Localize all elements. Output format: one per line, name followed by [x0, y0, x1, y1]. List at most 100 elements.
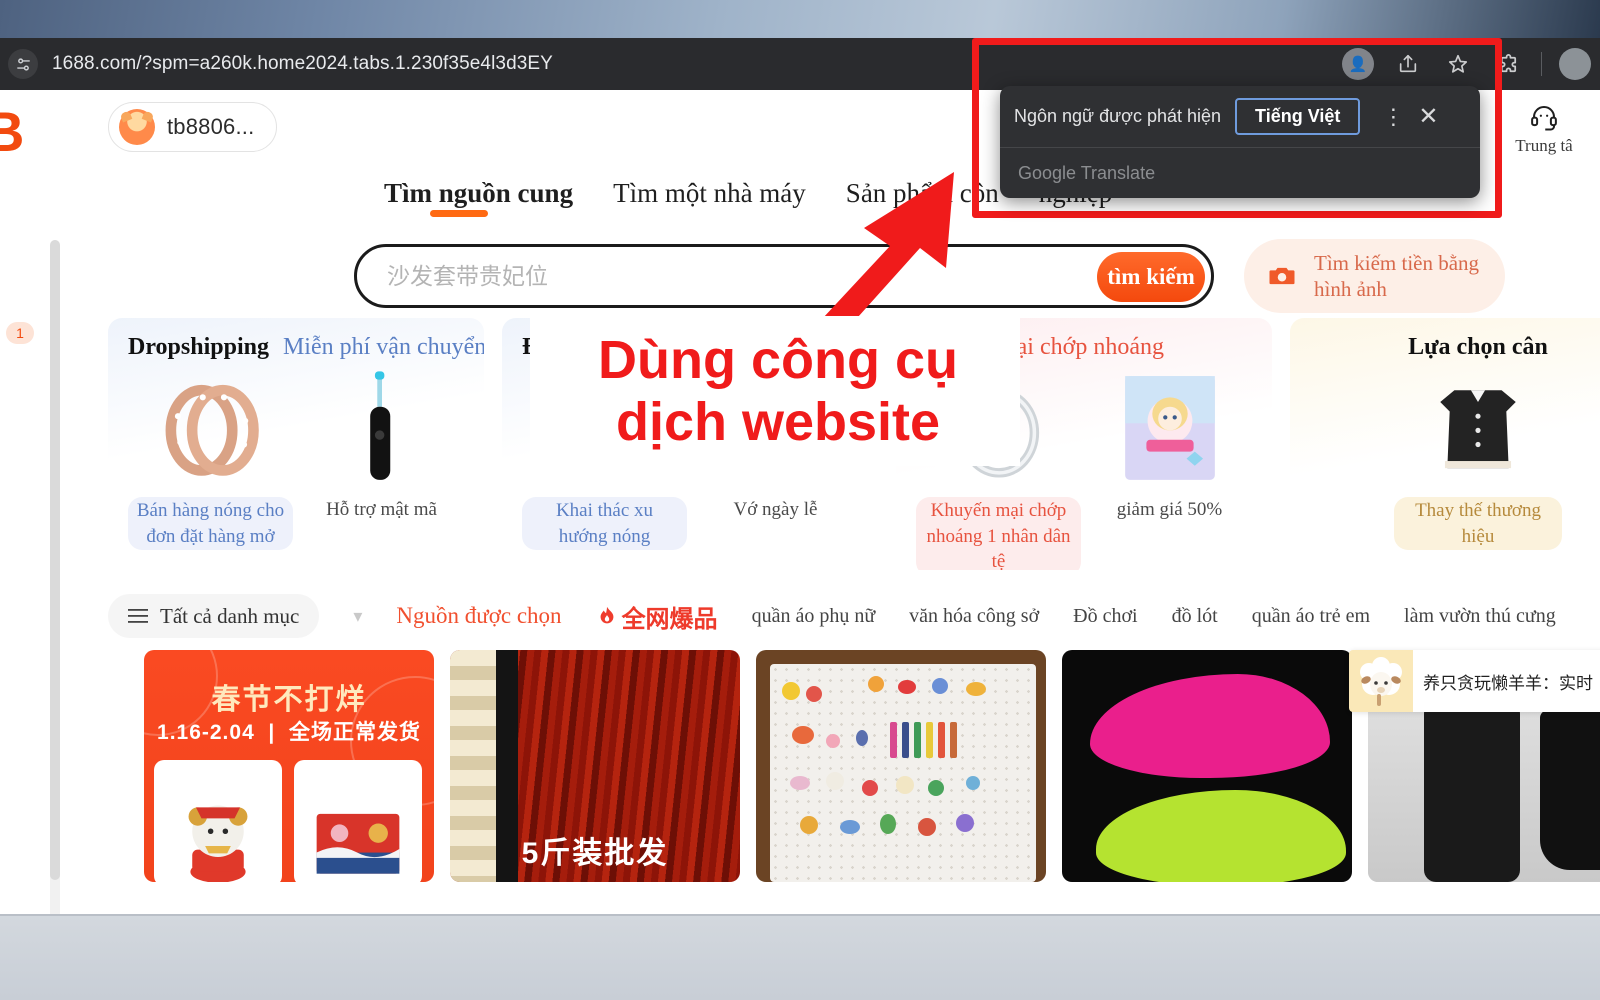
chat-widget[interactable]: 养只贪玩懒羊羊：实时 [1349, 650, 1600, 712]
rail-item-2[interactable]: ải ▸ [0, 422, 58, 442]
cny-shipping-note: 全场正常发货 [288, 721, 421, 744]
promo-item[interactable]: Hỗ trợ mật mã [299, 369, 464, 550]
rail-item-4[interactable]: ân [0, 526, 58, 546]
promo-card-dropshipping[interactable]: Dropshipping Miễn phí vận chuyển Bán hàn… [108, 318, 484, 570]
browser-toolbar: 1688.com/?spm=a260k.home2024.tabs.1.230f… [0, 38, 1600, 90]
site-settings-icon[interactable] [8, 49, 38, 79]
promo-caption: Khai thác xu hướng nóng [522, 497, 687, 551]
share-icon[interactable] [1391, 47, 1425, 81]
jerky-overlay-text: 5斤装批发 [521, 837, 669, 870]
promo-item[interactable]: giảm giá 50% [1087, 369, 1252, 570]
help-label: Trung tâ [1515, 136, 1573, 155]
left-sidebar-rail: B n ▸ 1 ận ải ▸ n ân à ◂▸ [0, 90, 64, 914]
product-card-toy-board[interactable] [756, 650, 1046, 882]
close-icon[interactable]: ✕ [1418, 104, 1438, 129]
rail-item-1[interactable]: ận [0, 370, 58, 390]
detected-language-label: Ngôn ngữ được phát hiện [1014, 106, 1222, 126]
promo-caption: giảm giá 50% [1116, 499, 1223, 520]
desktop-backdrop-top [0, 0, 1600, 38]
product-card-cny[interactable]: 春节不打烊 1.16-2.04 | 全场正常发货 [144, 650, 434, 882]
hot-products-label: 全网爆品 [621, 605, 718, 633]
rail-badge: 1 [6, 322, 34, 344]
category-link-5[interactable]: làm vườn thú cưng [1404, 605, 1556, 628]
princess-sticker-book-thumb [1124, 376, 1215, 480]
image-search-button[interactable]: Tìm kiếm tiền bằng hình ảnh [1244, 239, 1506, 313]
category-link-3[interactable]: đồ lót [1172, 605, 1218, 628]
promo-card-brand-selection[interactable]: Lựa chọn cân Thay thế thương hiệu [1290, 318, 1600, 570]
site-logo: B [0, 100, 25, 163]
sheep-avatar-icon [1349, 650, 1413, 712]
product-card-jerky[interactable]: 5斤装批发 [450, 650, 740, 882]
chevron-down-icon[interactable]: ▾ [353, 606, 362, 627]
promo-subtitle: Miễn phí vận chuyển [282, 334, 484, 360]
image-search-text: Tìm kiếm tiền bằng hình ảnh [1314, 250, 1479, 303]
translate-popup-header: Ngôn ngữ được phát hiện Tiếng Việt ⋮ ✕ [1000, 86, 1480, 148]
google-translate-brand: Google Translate [1018, 162, 1156, 183]
camera-icon [1269, 267, 1295, 285]
promo-caption: Vớ ngày lễ [733, 499, 818, 520]
headset-icon [1531, 106, 1557, 131]
bookmark-star-icon[interactable] [1441, 47, 1475, 81]
cny-product-thumb[interactable] [154, 760, 282, 882]
category-link-4[interactable]: quần áo trẻ em [1252, 605, 1370, 628]
promo-card-header: Lựa chọn cân [1310, 334, 1600, 361]
hot-products-link[interactable]: 全网爆品 [596, 599, 718, 634]
all-categories-label: Tất cả danh mục [160, 603, 300, 628]
black-tweed-jacket-thumb [1440, 390, 1516, 469]
category-link-0[interactable]: quần áo phụ nữ [752, 605, 876, 628]
google-translate-popup[interactable]: Ngôn ngữ được phát hiện Tiếng Việt ⋮ ✕ G… [1000, 86, 1480, 198]
rail-item-6[interactable]: êr ▸ [0, 762, 58, 782]
promo-title: Lựa chọn cân [1408, 334, 1548, 360]
sidebar-scrollbar[interactable] [50, 240, 60, 914]
search-button[interactable]: tìm kiếm [1097, 252, 1205, 302]
category-bar: Tất cả danh mục ▾ Nguồn được chọn 全网爆品 q… [108, 590, 1600, 642]
toolbar-divider [1541, 52, 1542, 76]
kebab-menu-icon[interactable]: ⋮ [1382, 105, 1404, 128]
profile-avatar-icon[interactable]: 👤 [1341, 47, 1375, 81]
cny-date-range: 1.16-2.04 [157, 721, 255, 744]
browser-right-icons: 👤 [1341, 38, 1600, 90]
selected-source-link[interactable]: Nguồn được chọn [396, 603, 561, 629]
image-search-line2: hình ảnh [1314, 277, 1387, 301]
screen: 1688.com/?spm=a260k.home2024.tabs.1.230f… [0, 0, 1600, 1000]
extensions-puzzle-icon[interactable] [1491, 47, 1525, 81]
desktop-backdrop-bottom [0, 914, 1600, 1000]
promo-item[interactable]: Thay thế thương hiệu [1394, 369, 1562, 551]
promo-item[interactable]: Bán hàng nóng cho đơn đặt hàng mở [128, 369, 293, 551]
account-name: tb8806... [167, 114, 255, 139]
rail-item-3[interactable]: n [0, 490, 58, 510]
cny-subtitle: 1.16-2.04 | 全场正常发货 [157, 721, 421, 744]
annotation-callout: Dùng công cụ dịch website [548, 330, 1008, 453]
promo-caption: Khuyến mại chớp nhoáng 1 nhân dân tệ [916, 497, 1081, 570]
callout-line-1: Dùng công cụ [598, 330, 958, 390]
promo-caption: Thay thế thương hiệu [1394, 497, 1562, 551]
promo-title: Dropshipping [128, 334, 269, 360]
promo-card-header: Dropshipping Miễn phí vận chuyển [128, 334, 484, 361]
rail-item-5[interactable]: à ◂▸ [0, 592, 58, 612]
gift-box-icon [316, 813, 400, 874]
fortune-mouse-figurine-icon [188, 805, 248, 882]
flame-icon [600, 606, 613, 624]
category-link-1[interactable]: văn hóa công sở [909, 605, 1039, 628]
tab-tim-nguon-cung[interactable]: Tìm nguồn cung [384, 178, 573, 219]
product-card-foam-insoles[interactable] [1062, 650, 1352, 882]
url-text: 1688.com/?spm=a260k.home2024.tabs.1.230f… [52, 53, 553, 74]
rose-gold-bracelets-thumb [165, 384, 259, 476]
rail-item-0[interactable]: n ▸ [0, 290, 58, 310]
ox-avatar-icon [119, 109, 155, 145]
profile-menu-icon[interactable] [1558, 47, 1592, 81]
chat-widget-text: 养只贪玩懒羊羊：实时 [1423, 673, 1593, 693]
callout-line-2: dịch website [615, 391, 941, 452]
image-search-line1: Tìm kiếm tiền bằng [1314, 250, 1480, 275]
category-link-2[interactable]: Đồ chơi [1073, 605, 1137, 628]
cny-product-thumb[interactable] [294, 760, 422, 882]
help-center[interactable]: Trung tâ [1496, 102, 1592, 156]
account-chip[interactable]: tb8806... [108, 102, 278, 152]
promo-caption: Bán hàng nóng cho đơn đặt hàng mở [128, 497, 293, 551]
target-language-button[interactable]: Tiếng Việt [1235, 98, 1361, 135]
all-categories-button[interactable]: Tất cả danh mục [108, 594, 320, 638]
translate-popup-footer: Google Translate [1000, 148, 1480, 198]
hamburger-icon [128, 609, 148, 623]
cny-title: 春节不打烊 [211, 684, 367, 716]
promo-caption: Hỗ trợ mật mã [326, 499, 437, 520]
